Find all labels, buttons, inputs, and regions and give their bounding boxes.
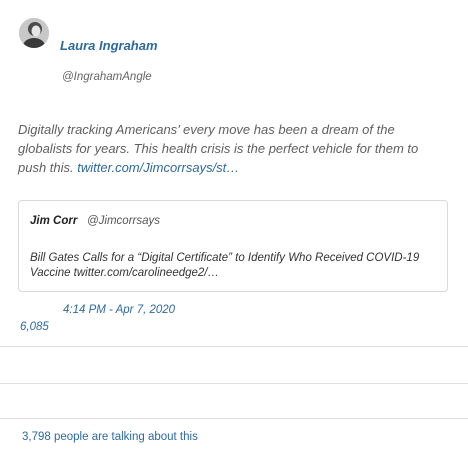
like-count[interactable]: 6,085 — [20, 321, 49, 333]
tweet-timestamp[interactable]: 4:14 PM - Apr 7, 2020 — [63, 304, 175, 316]
divider — [0, 383, 468, 384]
quoted-author-handle: @Jimcorrsays — [87, 215, 161, 227]
divider — [0, 346, 468, 347]
author-handle[interactable]: @IngrahamAngle — [62, 71, 152, 83]
quoted-tweet-card[interactable]: Jim Corr @Jimcorrsays Bill Gates Calls f… — [18, 200, 448, 292]
tweet-link[interactable]: twitter.com/Jimcorrsays/st… — [77, 160, 239, 175]
quoted-tweet-text: Bill Gates Calls for a “Digital Certific… — [30, 252, 420, 279]
author-name[interactable]: Laura Ingraham — [60, 38, 158, 53]
talking-about-link[interactable]: 3,798 people are talking about this — [22, 431, 198, 443]
quoted-author-name: Jim Corr — [30, 215, 78, 227]
divider — [0, 418, 468, 419]
tweet-text: Digitally tracking Americans’ every move… — [18, 120, 450, 177]
author-avatar[interactable] — [19, 18, 49, 48]
avatar-photo — [19, 18, 49, 48]
